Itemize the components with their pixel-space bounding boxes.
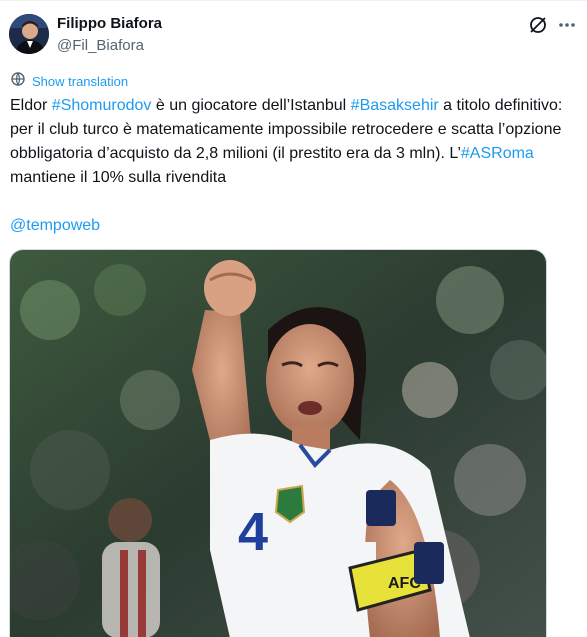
text-segment: Eldor <box>10 97 52 114</box>
jersey-number: 4 <box>238 502 268 562</box>
show-translation-label[interactable]: Show translation <box>32 74 128 89</box>
tweet-photo[interactable]: 4 AFC <box>9 249 547 637</box>
author-name[interactable]: Filippo Biafora <box>57 15 162 32</box>
mention-link[interactable]: @tempoweb <box>10 214 100 238</box>
author-handle[interactable]: @Fil_Biafora <box>57 37 144 54</box>
hashtag-link[interactable]: #Shomurodov <box>52 97 152 114</box>
show-translation-link[interactable]: Show translation <box>10 71 128 92</box>
avatar[interactable] <box>9 14 49 54</box>
top-divider <box>0 0 587 1</box>
more-icon[interactable] <box>556 14 578 36</box>
text-segment: è un giocatore dell’Istanbul <box>151 97 351 114</box>
text-segment: mantiene il 10% sulla rivendita <box>10 169 227 186</box>
hashtag-link[interactable]: #ASRoma <box>461 145 534 162</box>
translate-icon <box>10 71 26 92</box>
hashtag-link[interactable]: #Basaksehir <box>351 97 439 114</box>
grok-icon[interactable] <box>528 15 548 35</box>
tweet-text: Eldor #Shomurodov è un giocatore dell’Is… <box>10 94 580 190</box>
